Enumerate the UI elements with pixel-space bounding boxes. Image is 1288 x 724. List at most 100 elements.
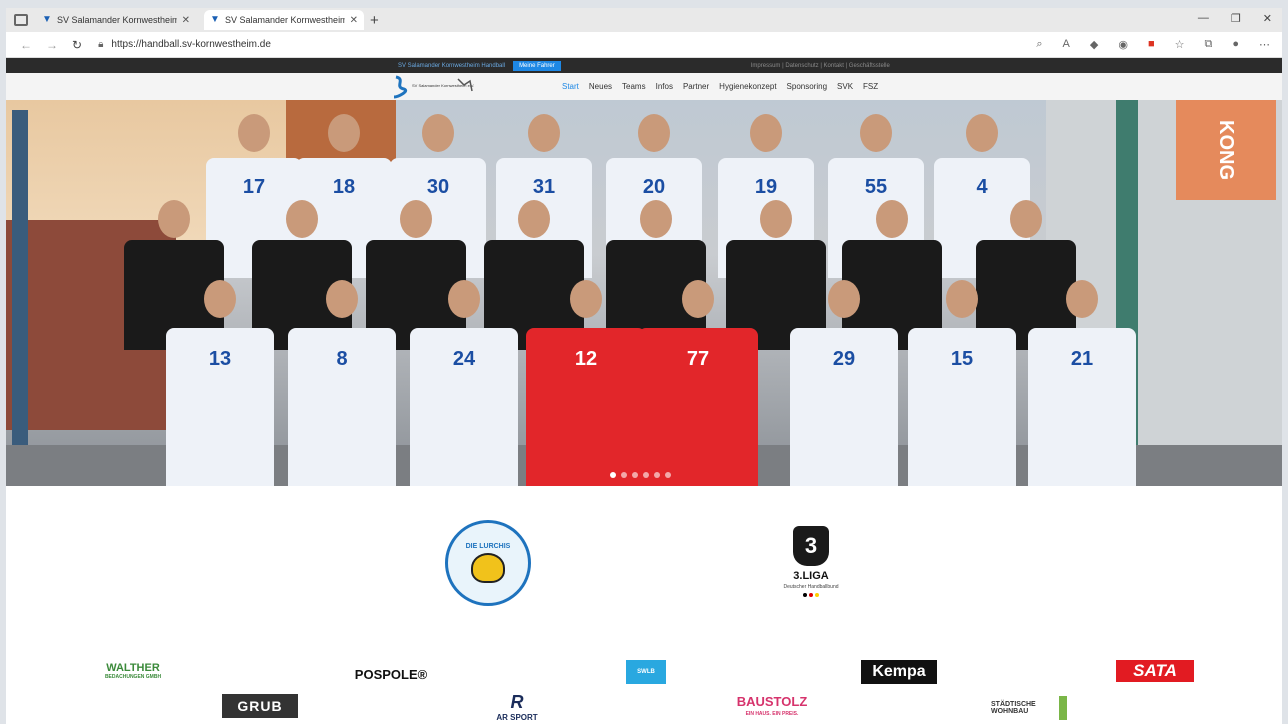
refresh-icon[interactable]: ↻ bbox=[72, 38, 82, 52]
address-bar: ← → ↻ 🔒︎ https://handball.sv-kornwesthei… bbox=[6, 32, 1282, 58]
player-head bbox=[876, 200, 908, 238]
sponsor-walther[interactable]: WALTHER BEDACHUNGEN GMBH bbox=[98, 662, 168, 684]
lock-icon[interactable]: 🔒︎ bbox=[98, 39, 103, 50]
sponsor-arsport[interactable]: R AR SPORT bbox=[486, 692, 548, 722]
lurchis-logo[interactable]: DIE LURCHIS bbox=[445, 520, 531, 606]
sponsor-wohnbau[interactable]: STÄDTISCHE WOHNBAU bbox=[991, 696, 1067, 720]
jersey-number: 4 bbox=[976, 176, 988, 198]
tab-inactive[interactable]: ▼ SV Salamander Kornwestheim Handball ✕ bbox=[36, 10, 196, 30]
player-head bbox=[518, 200, 550, 238]
url-field[interactable]: https://handball.sv-kornwestheim.de bbox=[111, 39, 271, 50]
sponsor-sata[interactable]: SATA bbox=[1116, 660, 1194, 682]
player-head bbox=[158, 200, 190, 238]
menu-item-partner[interactable]: Partner bbox=[683, 82, 709, 91]
jersey-number: 18 bbox=[332, 176, 356, 198]
player-front-row: 8 bbox=[288, 280, 396, 486]
jersey-number: 12 bbox=[574, 348, 598, 370]
jersey-number: 13 bbox=[208, 348, 232, 370]
slider-dot[interactable] bbox=[665, 472, 671, 478]
3liga-name: 3.LIGA bbox=[793, 570, 829, 582]
player-head bbox=[1066, 280, 1098, 318]
sponsor-baustolz-sub: EIN HAUS. EIN PREIS. bbox=[745, 711, 799, 717]
extension-icon[interactable]: ◆ bbox=[1090, 38, 1098, 51]
tab-active[interactable]: ▼ SV Salamander Kornwestheim Handball ✕ bbox=[204, 10, 364, 30]
player-head bbox=[286, 200, 318, 238]
hero-slider[interactable]: KONG 17 18 30 31 20 19 55 4 13 8 24 12 77 29 15 21 bbox=[6, 100, 1282, 486]
player-head bbox=[966, 114, 998, 152]
slider-dot[interactable] bbox=[643, 472, 649, 478]
close-tab-icon[interactable]: ✕ bbox=[350, 15, 358, 26]
jersey-number: 24 bbox=[452, 348, 476, 370]
player-head bbox=[528, 114, 560, 152]
sponsor-swlb[interactable]: SWLB bbox=[626, 660, 666, 684]
tab-title: SV Salamander Kornwestheim Handball bbox=[57, 15, 177, 25]
jersey-number: 17 bbox=[242, 176, 266, 198]
3liga-sub: Deutscher Handballbund bbox=[783, 584, 839, 590]
window-menu-icon[interactable] bbox=[14, 14, 28, 26]
more-icon[interactable]: ⋯ bbox=[1259, 38, 1270, 51]
player-head bbox=[750, 114, 782, 152]
player-head bbox=[400, 200, 432, 238]
sponsor-kempa[interactable]: Kempa bbox=[861, 660, 937, 684]
tab-title: SV Salamander Kornwestheim Handball bbox=[225, 15, 345, 25]
sponsor-walther-sub: BEDACHUNGEN GMBH bbox=[104, 674, 162, 680]
jersey-number: 8 bbox=[336, 348, 348, 370]
menu-item-sponsoring[interactable]: Sponsoring bbox=[787, 82, 827, 91]
site-nav: SV Salamander Kornwestheim e.V. Start Ne… bbox=[6, 73, 1282, 100]
menu-item-teams[interactable]: Teams bbox=[622, 82, 646, 91]
slider-dot[interactable] bbox=[654, 472, 660, 478]
forward-icon[interactable]: → bbox=[46, 38, 58, 52]
meta-links[interactable]: Impressum | Datenschutz | Kontakt | Gesc… bbox=[751, 63, 890, 69]
close-window-icon[interactable]: ✕ bbox=[1263, 12, 1272, 25]
main-menu: Start Neues Teams Infos Partner Hygienek… bbox=[562, 73, 878, 100]
favorites-icon[interactable]: ☆ bbox=[1175, 38, 1185, 51]
player-head bbox=[1010, 200, 1042, 238]
3liga-logo[interactable]: 3 3.LIGA Deutscher Handballbund bbox=[766, 526, 856, 616]
extension-icon[interactable]: ◉ bbox=[1118, 38, 1128, 51]
toolbar-icons: ⌕ A ◆ ◉ ■ ☆ ⧉ ● ⋯ bbox=[1036, 38, 1270, 51]
menu-item-fsz[interactable]: FSZ bbox=[863, 82, 878, 91]
back-icon[interactable]: ← bbox=[20, 38, 32, 52]
profile-icon[interactable]: ● bbox=[1232, 38, 1239, 51]
player-head bbox=[422, 114, 454, 152]
arsport-mark-icon: R bbox=[510, 692, 524, 712]
player-head bbox=[860, 114, 892, 152]
3liga-shield-icon: 3 bbox=[793, 526, 829, 566]
sponsor-baustolz[interactable]: BAUSTOLZ EIN HAUS. EIN PREIS. bbox=[732, 695, 812, 718]
new-tab-icon[interactable]: + bbox=[370, 12, 379, 29]
menu-item-hygienekonzept[interactable]: Hygienekonzept bbox=[719, 82, 776, 91]
collections-icon[interactable]: ⧉ bbox=[1204, 38, 1212, 51]
player-head bbox=[204, 280, 236, 318]
sponsor-pospole[interactable]: POSPOLE® bbox=[346, 666, 436, 682]
maximize-icon[interactable]: ❐ bbox=[1231, 12, 1241, 25]
menu-item-neues[interactable]: Neues bbox=[589, 82, 612, 91]
player-head bbox=[570, 280, 602, 318]
slider-dot[interactable] bbox=[621, 472, 627, 478]
slider-dot[interactable] bbox=[632, 472, 638, 478]
site-favicon-icon: ▼ bbox=[42, 14, 52, 25]
content-area: DIE LURCHIS 3 3.LIGA Deutscher Handballb… bbox=[6, 486, 1282, 724]
window-controls: — ❐ ✕ bbox=[1198, 12, 1272, 25]
browser-window: ▼ SV Salamander Kornwestheim Handball ✕ … bbox=[6, 8, 1282, 724]
jersey-number: 20 bbox=[642, 176, 666, 198]
close-tab-icon[interactable]: ✕ bbox=[182, 15, 190, 26]
menu-item-start[interactable]: Start bbox=[562, 82, 579, 91]
menu-item-infos[interactable]: Infos bbox=[656, 82, 673, 91]
club-logo[interactable]: SV Salamander Kornwestheim e.V. bbox=[392, 75, 478, 99]
sponsor-grub[interactable]: GRUB bbox=[222, 694, 298, 718]
club-name[interactable]: SV Salamander Kornwestheim Handball bbox=[398, 63, 505, 69]
sponsor-arsport-name: AR SPORT bbox=[496, 713, 538, 722]
tab-strip: ▼ SV Salamander Kornwestheim Handball ✕ … bbox=[6, 8, 1282, 32]
slider-dot[interactable] bbox=[610, 472, 616, 478]
player-head bbox=[682, 280, 714, 318]
player-front-row: 29 bbox=[790, 280, 898, 486]
read-aloud-icon[interactable]: A bbox=[1063, 38, 1070, 51]
extension-icon[interactable]: ■ bbox=[1148, 38, 1155, 51]
player-head bbox=[640, 200, 672, 238]
menu-item-svk[interactable]: SVK bbox=[837, 82, 853, 91]
jersey-number: 21 bbox=[1070, 348, 1094, 370]
zoom-icon[interactable]: ⌕ bbox=[1036, 38, 1042, 51]
slider-dots bbox=[610, 472, 671, 478]
mail-button[interactable]: Meine Fahrer bbox=[513, 60, 561, 71]
minimize-icon[interactable]: — bbox=[1198, 12, 1209, 25]
